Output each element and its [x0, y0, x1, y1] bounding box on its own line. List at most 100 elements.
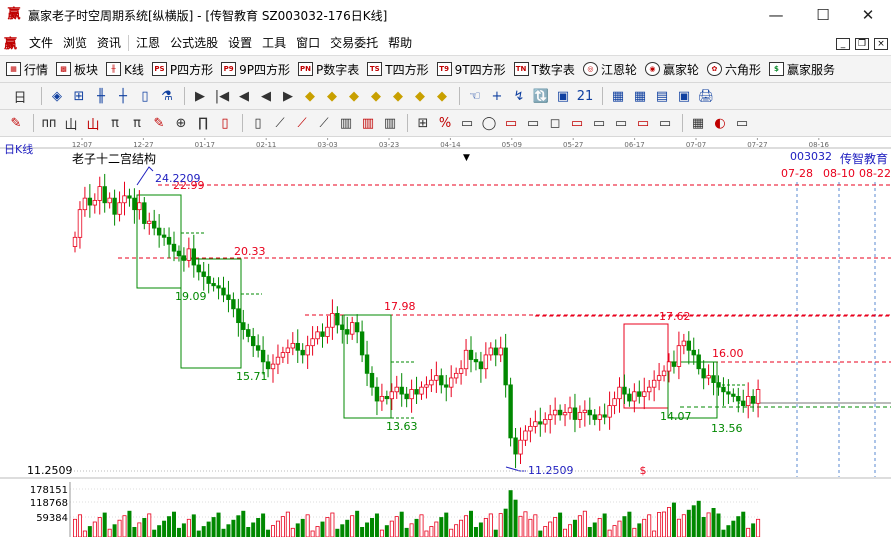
- toolbar2-tool-3-icon[interactable]: ┼: [113, 86, 133, 106]
- toolbar2-tool-7-icon[interactable]: |◀: [212, 86, 232, 106]
- toolbar3-tool-3-icon[interactable]: 山: [83, 113, 103, 133]
- kline-chart[interactable]: 12-07 12-27 01-17 02-11 03-03 03-23 04-14 05-09…: [0, 137, 891, 537]
- toolbar3-tool-24-icon[interactable]: ▭: [567, 113, 587, 133]
- volume-bar: [384, 525, 389, 537]
- toolbar3-tool-29-icon[interactable]: ▦: [688, 113, 708, 133]
- toolbar-dollar-button[interactable]: $ 赢家服务: [768, 61, 835, 78]
- toolbar2-tool-23-icon[interactable]: 21: [575, 86, 595, 106]
- toolbar2-tool-9-icon[interactable]: ◀: [256, 86, 276, 106]
- toolbar2-tool-15-icon[interactable]: ◆: [388, 86, 408, 106]
- candle-body: [528, 425, 533, 432]
- toolbar-label: T数字表: [531, 62, 575, 77]
- toolbar2-tool-18-icon[interactable]: ☜: [465, 86, 485, 106]
- toolbar3-tool-9-icon[interactable]: ▯: [215, 113, 235, 133]
- toolbar-t-number-button[interactable]: TN T数字表: [513, 61, 575, 78]
- toolbar3-tool-13-icon[interactable]: ⟋: [314, 113, 334, 133]
- toolbar3-tool-4-icon[interactable]: π: [105, 113, 125, 133]
- toolbar2-tool-19-icon[interactable]: +: [487, 86, 507, 106]
- menu-formula[interactable]: 公式选股: [165, 34, 223, 51]
- toolbar-t-square-button[interactable]: TS T四方形: [367, 61, 429, 78]
- toolbar2-tool-13-icon[interactable]: ◆: [344, 86, 364, 106]
- toolbar2-tool-1-icon[interactable]: ⊞: [69, 86, 89, 106]
- toolbar2-tool-24-icon[interactable]: ▦: [608, 86, 628, 106]
- candle-body: [255, 345, 261, 351]
- mdi-close-button[interactable]: ×: [874, 38, 888, 50]
- toolbar2-tool-2-icon[interactable]: ╫: [91, 86, 111, 106]
- toolbar2-tool-8-icon[interactable]: ◀: [234, 86, 254, 106]
- toolbar-hexagon-button[interactable]: ✿ 六角形: [706, 61, 761, 78]
- mdi-restore-button[interactable]: ❐: [855, 38, 869, 50]
- toolbar3-tool-8-icon[interactable]: ∏: [193, 113, 213, 133]
- toolbar3-tool-18-icon[interactable]: %: [435, 113, 455, 133]
- menu-settings[interactable]: 设置: [223, 34, 257, 51]
- toolbar-separator: [602, 87, 603, 105]
- mdi-minimize-button[interactable]: _: [836, 38, 850, 50]
- toolbar-blocks-button[interactable]: ▩ 板块: [56, 61, 98, 78]
- toolbar2-tool-0-icon[interactable]: ◈: [47, 86, 67, 106]
- menu-trade[interactable]: 交易委托: [325, 34, 383, 51]
- dropdown-arrow-icon[interactable]: ▼: [463, 153, 470, 163]
- toolbar3-tool-23-icon[interactable]: ◻: [545, 113, 565, 133]
- toolbar2-tool-28-icon[interactable]: 🖨: [696, 86, 716, 106]
- toolbar-p-number-button[interactable]: PN P数字表: [298, 61, 359, 78]
- toolbar3-tool-27-icon[interactable]: ▭: [633, 113, 653, 133]
- toolbar-grid-button[interactable]: ▦ 行情: [6, 61, 48, 78]
- toolbar2-tool-26-icon[interactable]: ▤: [652, 86, 672, 106]
- period-select[interactable]: 日: [6, 86, 34, 106]
- toolbar3-tool-19-icon[interactable]: ▭: [457, 113, 477, 133]
- toolbar2-tool-27-icon[interactable]: ▣: [674, 86, 694, 106]
- toolbar2-tool-6-icon[interactable]: ▶: [190, 86, 210, 106]
- toolbar2-tool-12-icon[interactable]: ◆: [322, 86, 342, 106]
- menu-window[interactable]: 窗口: [291, 34, 325, 51]
- toolbar3-tool-30-icon[interactable]: ◐: [710, 113, 730, 133]
- menu-tools[interactable]: 工具: [257, 34, 291, 51]
- toolbar2-tool-22-icon[interactable]: ▣: [553, 86, 573, 106]
- toolbar2-tool-17-icon[interactable]: ◆: [432, 86, 452, 106]
- minimize-button[interactable]: —: [753, 0, 799, 30]
- toolbar3-tool-16-icon[interactable]: ▥: [380, 113, 400, 133]
- toolbar2-tool-11-icon[interactable]: ◆: [300, 86, 320, 106]
- toolbar3-tool-10-icon[interactable]: ▯: [248, 113, 268, 133]
- toolbar3-tool-20-icon[interactable]: ◯: [479, 113, 499, 133]
- toolbar3-tool-17-icon[interactable]: ⊞: [413, 113, 433, 133]
- toolbar-kline-button[interactable]: ╫ K线: [106, 61, 144, 78]
- toolbar3-tool-6-icon[interactable]: ✎: [149, 113, 169, 133]
- toolbar3-tool-31-icon[interactable]: ▭: [732, 113, 752, 133]
- menu-logo-icon[interactable]: 赢: [4, 33, 24, 52]
- toolbar2-tool-16-icon[interactable]: ◆: [410, 86, 430, 106]
- menu-info[interactable]: 资讯: [92, 34, 126, 51]
- toolbar-9p-square-button[interactable]: P9 9P四方形: [221, 61, 290, 78]
- toolbar3-tool-5-icon[interactable]: π: [127, 113, 147, 133]
- toolbar2-tool-20-icon[interactable]: ↯: [509, 86, 529, 106]
- toolbar-9t-square-button[interactable]: T9 9T四方形: [436, 61, 506, 78]
- close-button[interactable]: ✕: [845, 0, 891, 30]
- toolbar3-tool-14-icon[interactable]: ▥: [336, 113, 356, 133]
- toolbar3-tool-26-icon[interactable]: ▭: [611, 113, 631, 133]
- toolbar-gann-wheel-button[interactable]: ◎ 江恩轮: [582, 61, 637, 78]
- toolbar2-tool-5-icon[interactable]: ⚗: [157, 86, 177, 106]
- menu-browse[interactable]: 浏览: [58, 34, 92, 51]
- toolbar3-tool-21-icon[interactable]: ▭: [501, 113, 521, 133]
- toolbar2-tool-4-icon[interactable]: ▯: [135, 86, 155, 106]
- maximize-button[interactable]: ☐: [800, 0, 846, 30]
- toolbar3-tool-15-icon[interactable]: ▥: [358, 113, 378, 133]
- toolbar3-tool-11-icon[interactable]: ⟋: [270, 113, 290, 133]
- toolbar2-tool-21-icon[interactable]: 🔃: [531, 86, 551, 106]
- toolbar3-tool-2-icon[interactable]: 山: [61, 113, 81, 133]
- menu-file[interactable]: 文件: [24, 34, 58, 51]
- toolbar3-tool-12-icon[interactable]: ⟋: [292, 113, 312, 133]
- toolbar-p-square-button[interactable]: PS P四方形: [151, 61, 213, 78]
- toolbar3-tool-28-icon[interactable]: ▭: [655, 113, 675, 133]
- toolbar-winner-wheel-button[interactable]: ◉ 赢家轮: [644, 61, 699, 78]
- menu-gann[interactable]: 江恩: [131, 34, 165, 51]
- toolbar3-tool-7-icon[interactable]: ⊕: [171, 113, 191, 133]
- toolbar3-tool-1-icon[interactable]: ᴨᴨ: [39, 113, 59, 133]
- toolbar3-tool-25-icon[interactable]: ▭: [589, 113, 609, 133]
- dollar-marker: $: [640, 464, 647, 477]
- toolbar2-tool-10-icon[interactable]: ▶: [278, 86, 298, 106]
- toolbar2-tool-25-icon[interactable]: ▦: [630, 86, 650, 106]
- toolbar2-tool-14-icon[interactable]: ◆: [366, 86, 386, 106]
- toolbar3-tool-0-icon[interactable]: ✎: [6, 113, 26, 133]
- toolbar3-tool-22-icon[interactable]: ▭: [523, 113, 543, 133]
- menu-help[interactable]: 帮助: [383, 34, 417, 51]
